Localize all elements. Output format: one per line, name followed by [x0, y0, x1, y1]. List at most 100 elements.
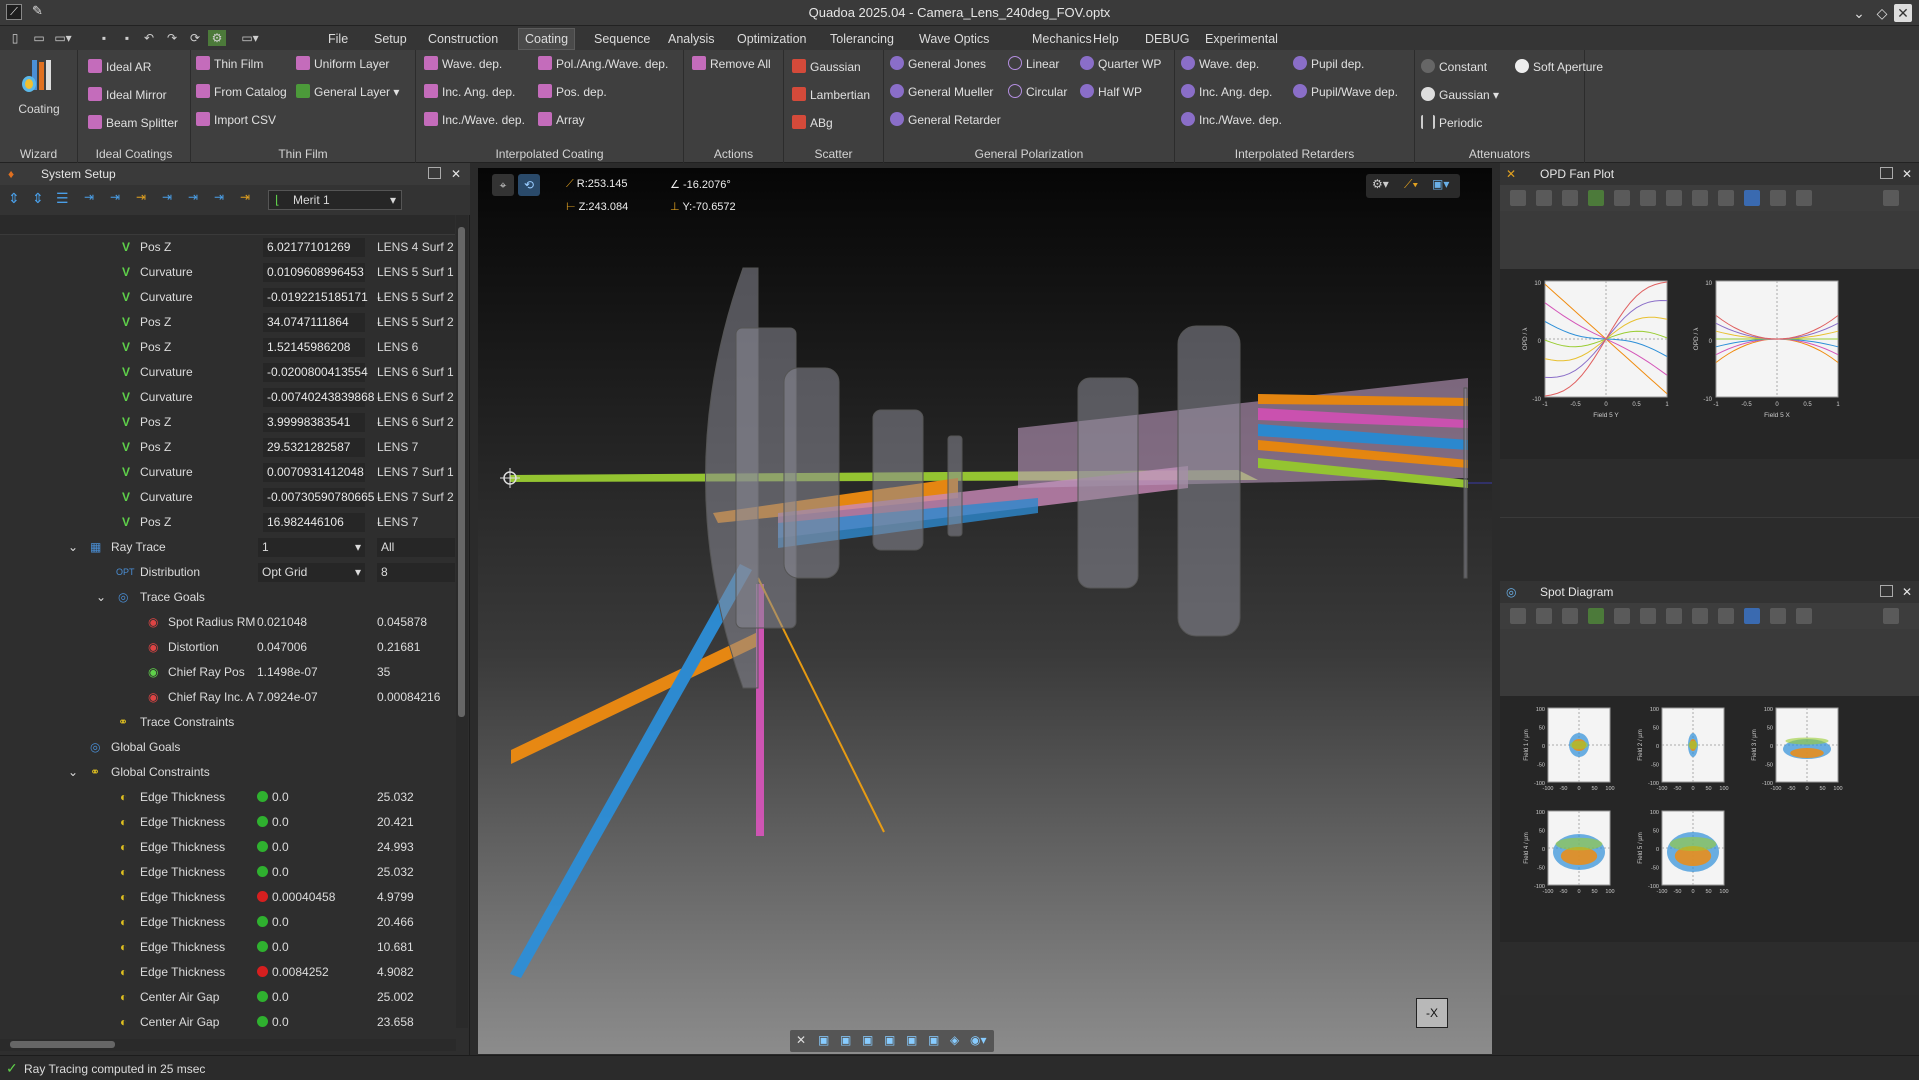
- ray-trace-select[interactable]: 1 ▾: [258, 538, 365, 557]
- constraint-row[interactable]: ◐ Edge Thickness 0.0 20.421: [0, 810, 455, 835]
- optimize-icon[interactable]: ⚙: [208, 30, 226, 46]
- new-file-icon[interactable]: ▯: [6, 30, 24, 46]
- refresh-icon[interactable]: ⟳: [186, 30, 204, 46]
- constraint-row[interactable]: ◐ Edge Thickness 0.0 25.032: [0, 785, 455, 810]
- refresh-icon[interactable]: [1562, 190, 1578, 206]
- view-cube-6-icon[interactable]: ▣: [928, 1033, 939, 1047]
- indent-1-icon[interactable]: ⇥: [84, 190, 94, 204]
- variable-row[interactable]: V Pos Z 29.5321282587 LENS 7: [0, 435, 455, 460]
- ray-trace-row[interactable]: ⌄ ▦ Ray Trace 1 ▾ All: [0, 535, 455, 560]
- menu-file[interactable]: File: [322, 30, 354, 48]
- pupil-dep-button[interactable]: Pupil dep.: [1293, 54, 1364, 74]
- settings-icon[interactable]: [1510, 190, 1526, 206]
- variable-value-field[interactable]: 29.5321282587: [263, 438, 365, 457]
- retarder-wave-dep-button[interactable]: Wave. dep.: [1181, 54, 1259, 74]
- distribution-count-field[interactable]: 8: [377, 563, 455, 582]
- close-panel-icon[interactable]: ✕: [1902, 581, 1912, 603]
- vertical-scrollbar[interactable]: [456, 215, 468, 1028]
- coating-wizard-icon[interactable]: [20, 58, 56, 98]
- list-icon[interactable]: [1770, 190, 1786, 206]
- ideal-ar-button[interactable]: Ideal AR: [88, 57, 151, 77]
- half-wp-button[interactable]: Half WP: [1080, 82, 1142, 102]
- merit-select[interactable]: ⌊ Merit 1 ▾: [268, 190, 402, 210]
- retarder-inc-ang-dep-button[interactable]: Inc. Ang. dep.: [1181, 82, 1272, 102]
- close-panel-icon[interactable]: ✕: [1902, 163, 1912, 185]
- ray-trace-field-select[interactable]: All: [377, 538, 455, 557]
- constraint-row[interactable]: ◐ Edge Thickness 0.0 24.993: [0, 835, 455, 860]
- variable-row[interactable]: V Curvature -0.00740243839868 LENS 6 Surf 2…: [0, 385, 455, 429]
- constraint-row[interactable]: ◐ Center Air Gap 0.0 25.002: [0, 985, 455, 1010]
- atten-gaussian-button[interactable]: Gaussian ▾: [1421, 85, 1499, 105]
- constraint-row[interactable]: ◐ Edge Thickness 0.0084252 4.9082: [0, 960, 455, 985]
- indent-5-icon[interactable]: ⇥: [188, 190, 198, 204]
- variable-value-field[interactable]: 0.0109608996453: [263, 263, 365, 282]
- general-retarder-button[interactable]: General Retarder: [890, 110, 1001, 130]
- horizontal-scrollbar[interactable]: [0, 1039, 456, 1051]
- view-cube-5-icon[interactable]: ▣: [906, 1033, 917, 1047]
- distribution-select[interactable]: Opt Grid ▾: [258, 563, 365, 582]
- home-icon[interactable]: [1614, 190, 1630, 206]
- minimize-icon[interactable]: ⌄: [1848, 3, 1870, 23]
- open-folder-icon[interactable]: ▭: [30, 30, 48, 46]
- menu-construction[interactable]: Construction: [422, 30, 504, 48]
- coating-inc-ang-dep-button[interactable]: Inc. Ang. dep.: [424, 82, 515, 102]
- settings-gear-icon[interactable]: ⚙▾: [1372, 177, 1389, 191]
- expand-icon[interactable]: ⇕: [8, 190, 20, 207]
- view-cube-3-icon[interactable]: ▣: [862, 1033, 873, 1047]
- menu-setup[interactable]: Setup: [368, 30, 413, 48]
- variable-row[interactable]: V Pos Z 1.52145986208 LENS 6: [0, 335, 455, 360]
- export-icon[interactable]: [1640, 190, 1656, 206]
- coating-inc-wave-dep-button[interactable]: Inc./Wave. dep.: [424, 110, 525, 130]
- remove-all-button[interactable]: Remove All: [692, 54, 771, 74]
- variable-value-field[interactable]: 1.52145986208: [263, 338, 365, 357]
- variable-value-field[interactable]: -0.00740243839868: [263, 388, 374, 407]
- pin-panel-icon[interactable]: [1883, 190, 1899, 206]
- close-icon[interactable]: ✕: [1894, 4, 1912, 22]
- report-icon[interactable]: [1796, 608, 1812, 624]
- indent-6-icon[interactable]: ⇥: [214, 190, 224, 204]
- constraint-row[interactable]: ◐ Edge Thickness 0.00040458 4.9799: [0, 885, 455, 910]
- scroll-thumb[interactable]: [458, 227, 465, 717]
- h-scroll-thumb[interactable]: [10, 1041, 115, 1048]
- save-icon[interactable]: ▪: [95, 30, 113, 46]
- pupil-wave-dep-button[interactable]: Pupil/Wave dep.: [1293, 82, 1398, 102]
- variable-row[interactable]: V Pos Z 16.982446106 LENS 7: [0, 510, 455, 535]
- float-panel-icon[interactable]: [428, 167, 441, 179]
- undo-icon[interactable]: ↶: [140, 30, 158, 46]
- save-as-icon[interactable]: ▪: [118, 30, 136, 46]
- view-cube-2-icon[interactable]: ▣: [840, 1033, 851, 1047]
- indent-2-icon[interactable]: ⇥: [110, 190, 120, 204]
- retarder-inc-wave-dep-button[interactable]: Inc./Wave. dep.: [1181, 110, 1282, 130]
- lambertian-button[interactable]: Lambertian: [792, 85, 870, 105]
- export-icon[interactable]: [1640, 608, 1656, 624]
- copy-icon[interactable]: [1666, 190, 1682, 206]
- collapse-icon[interactable]: ⌄: [68, 535, 78, 560]
- constraint-row[interactable]: ◐ Edge Thickness 0.0 10.681: [0, 935, 455, 960]
- menu-experimental[interactable]: Experimental: [1199, 30, 1284, 48]
- variable-value-field[interactable]: 6.02177101269: [263, 238, 365, 257]
- pol-ang-wave-dep-button[interactable]: Pol./Ang./Wave. dep.: [538, 54, 668, 74]
- axis-log-icon[interactable]: [1718, 190, 1734, 206]
- general-layer-button[interactable]: General Layer ▾: [296, 82, 399, 102]
- restore-icon[interactable]: ◇: [1871, 3, 1893, 23]
- beam-splitter-button[interactable]: Beam Splitter: [88, 113, 178, 133]
- soft-aperture-button[interactable]: Soft Aperture: [1515, 57, 1603, 77]
- general-jones-button[interactable]: General Jones: [890, 54, 986, 74]
- list-icon[interactable]: [1770, 608, 1786, 624]
- axis-log-icon[interactable]: [1718, 608, 1734, 624]
- axis-icon[interactable]: [1692, 608, 1708, 624]
- print-icon[interactable]: [1536, 608, 1552, 624]
- scatter-gaussian-button[interactable]: Gaussian: [792, 57, 861, 77]
- variable-row[interactable]: V Curvature 0.0109608996453 LENS 5 Surf 1 -: [0, 260, 455, 304]
- display-mode-icon[interactable]: ▣▾: [1432, 177, 1449, 191]
- line-style-icon[interactable]: ⟋▾: [1404, 177, 1418, 192]
- menu-help[interactable]: Help: [1087, 30, 1125, 48]
- coating-wave-dep-button[interactable]: Wave. dep.: [424, 54, 502, 74]
- open-recent-icon[interactable]: ▭▾: [54, 30, 72, 46]
- report-icon[interactable]: [1796, 190, 1812, 206]
- indent-4-icon[interactable]: ⇥: [162, 190, 172, 204]
- pin-panel-icon[interactable]: [1883, 608, 1899, 624]
- general-mueller-button[interactable]: General Mueller: [890, 82, 993, 102]
- collapse-icon[interactable]: ⇕: [32, 190, 44, 207]
- fit-view-icon[interactable]: ✕: [796, 1033, 806, 1047]
